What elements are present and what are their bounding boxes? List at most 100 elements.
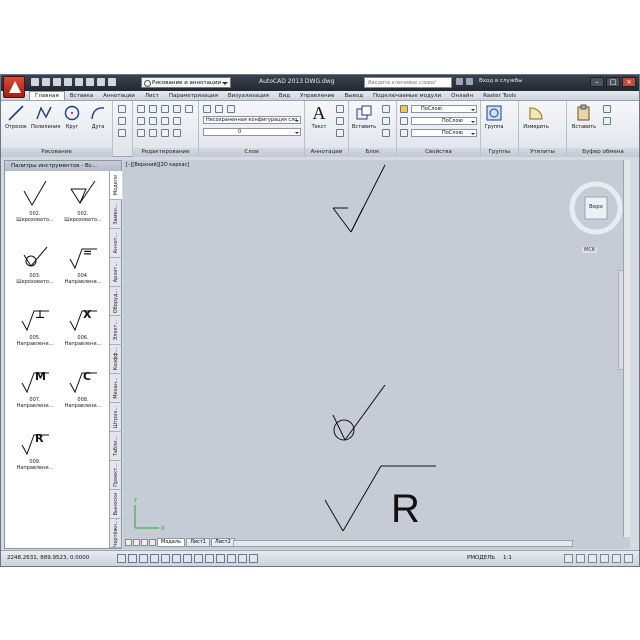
3d-osnap-icon[interactable] bbox=[172, 554, 181, 563]
scale-icon[interactable] bbox=[149, 129, 157, 137]
block-panel-title[interactable]: Блок bbox=[349, 148, 396, 157]
roughness-triangle-symbol[interactable] bbox=[332, 164, 386, 233]
tab-1[interactable]: Вставка bbox=[65, 91, 98, 100]
tab-6[interactable]: Вид bbox=[274, 91, 295, 100]
osnap-icon[interactable] bbox=[161, 554, 170, 563]
dyn-icon[interactable] bbox=[205, 554, 214, 563]
otrack-icon[interactable] bbox=[183, 554, 192, 563]
palette-tab-12[interactable]: Чертёжн... bbox=[110, 519, 122, 548]
utilities-panel-title[interactable]: Утилиты bbox=[519, 148, 566, 157]
line-button[interactable]: Отрезок bbox=[3, 104, 29, 130]
fillet-icon[interactable] bbox=[161, 117, 169, 125]
cut-icon[interactable] bbox=[603, 105, 611, 113]
lineweight-toggle-icon[interactable] bbox=[216, 554, 225, 563]
clipboard-panel-title[interactable]: Буфер обмена bbox=[567, 148, 639, 157]
drawing-area[interactable]: [–][Верхний][2D каркас] R Y X Верх МСК М… bbox=[123, 160, 630, 549]
palette-tool-item[interactable]: X 006. Направлени... bbox=[59, 303, 107, 347]
group-button[interactable]: Группа bbox=[481, 104, 507, 130]
color-select[interactable]: ПоСлою bbox=[411, 105, 477, 113]
erase-icon[interactable] bbox=[173, 105, 181, 113]
sign-in-link[interactable]: Вход в службы bbox=[479, 78, 522, 84]
rotate-icon[interactable] bbox=[149, 105, 157, 113]
palette-tool-item[interactable]: 003. Шероховато... bbox=[11, 241, 59, 285]
insert-block-button[interactable]: Вставить bbox=[351, 104, 377, 130]
palette-tab-3[interactable]: Архит... bbox=[110, 258, 122, 287]
model-space-toggle[interactable]: РМОДЕЛЬ bbox=[467, 555, 495, 561]
maximize-button[interactable]: □ bbox=[606, 77, 620, 87]
clean-screen-icon[interactable] bbox=[624, 554, 633, 563]
palette-tab-2[interactable]: Аннот... bbox=[110, 229, 122, 258]
new-icon[interactable] bbox=[31, 78, 39, 86]
copy-icon[interactable] bbox=[137, 117, 145, 125]
polyline-button[interactable]: Полилиния bbox=[31, 104, 60, 130]
annotation-panel-title[interactable]: Аннотации bbox=[305, 148, 348, 157]
palette-tab-6[interactable]: Коэфф... bbox=[110, 345, 122, 374]
stretch-icon[interactable] bbox=[137, 129, 145, 137]
lineweight-select[interactable]: ПоСлою bbox=[411, 129, 477, 137]
viewcube-face[interactable]: Верх bbox=[585, 204, 607, 210]
palette-tool-item[interactable]: R 009. Направлени... bbox=[11, 427, 59, 471]
search-input[interactable]: Введите ключевое слово/фразу bbox=[364, 77, 452, 96]
lineweight-icon[interactable] bbox=[400, 129, 408, 137]
horizontal-scrollbar[interactable] bbox=[233, 540, 573, 547]
close-button[interactable]: × bbox=[622, 77, 636, 87]
print-icon[interactable] bbox=[75, 78, 83, 86]
leader-icon[interactable] bbox=[336, 117, 344, 125]
palette-tab-5[interactable]: Элект... bbox=[110, 316, 122, 345]
palette-tab-7[interactable]: Механ... bbox=[110, 374, 122, 403]
drawing-mark-r[interactable]: R bbox=[391, 487, 420, 531]
properties-panel-title[interactable]: Свойства bbox=[397, 148, 480, 157]
layer-match-icon[interactable] bbox=[215, 105, 223, 113]
palette-tab-4[interactable]: Оборуд... bbox=[110, 287, 122, 316]
table-icon[interactable] bbox=[336, 129, 344, 137]
palette-tab-0[interactable]: Модели bbox=[110, 171, 122, 200]
rectangle-icon[interactable] bbox=[118, 105, 126, 113]
palette-tab-8[interactable]: Штрих... bbox=[110, 403, 122, 432]
undo-icon[interactable] bbox=[86, 78, 94, 86]
move-icon[interactable] bbox=[137, 105, 145, 113]
first-tab-icon[interactable] bbox=[125, 539, 132, 546]
layer-properties-icon[interactable] bbox=[203, 105, 211, 113]
tab-8[interactable]: Вывод bbox=[340, 91, 369, 100]
workspace-select[interactable]: Рисование и аннотации bbox=[141, 77, 231, 88]
snap-icon[interactable] bbox=[117, 554, 126, 563]
save-icon[interactable] bbox=[53, 78, 61, 86]
modify-panel-title[interactable]: Редактирование bbox=[133, 148, 198, 157]
ortho-icon[interactable] bbox=[139, 554, 148, 563]
tab-3[interactable]: Лист bbox=[140, 91, 164, 100]
isolate-objects-icon[interactable] bbox=[612, 554, 621, 563]
paste-button[interactable]: Вставить bbox=[571, 104, 597, 130]
create-block-icon[interactable] bbox=[382, 105, 390, 113]
copy-clip-icon[interactable] bbox=[603, 117, 611, 125]
tab-7[interactable]: Управление bbox=[295, 91, 340, 100]
palette-tab-9[interactable]: Табли... bbox=[110, 432, 122, 461]
linetype-icon[interactable] bbox=[400, 117, 408, 125]
transparency-icon[interactable] bbox=[227, 554, 236, 563]
offset-icon[interactable] bbox=[173, 129, 181, 137]
lock-icon[interactable] bbox=[588, 554, 597, 563]
dropdown-icon[interactable] bbox=[108, 78, 116, 86]
text-button[interactable]: A Текст bbox=[306, 104, 332, 130]
prev-tab-icon[interactable] bbox=[133, 539, 140, 546]
last-tab-icon[interactable] bbox=[149, 539, 156, 546]
measure-button[interactable]: Измерить bbox=[523, 104, 549, 130]
workspace-switch-icon[interactable] bbox=[576, 554, 585, 563]
layer-select[interactable]: 0 bbox=[203, 128, 301, 136]
ducs-icon[interactable] bbox=[194, 554, 203, 563]
trim-icon[interactable] bbox=[161, 105, 169, 113]
viewcube[interactable]: Верх bbox=[568, 180, 624, 236]
annotation-visibility-icon[interactable] bbox=[564, 554, 573, 563]
key-icon[interactable] bbox=[466, 78, 473, 85]
grid-icon[interactable] bbox=[128, 554, 137, 563]
palette-tab-10[interactable]: Проект... bbox=[110, 461, 122, 490]
edit-block-icon[interactable] bbox=[382, 117, 390, 125]
open-icon[interactable] bbox=[42, 78, 50, 86]
palette-tab-1[interactable]: Замен... bbox=[110, 200, 122, 229]
circle-button[interactable]: Круг bbox=[59, 104, 85, 130]
tab-4[interactable]: Параметризация bbox=[164, 91, 223, 100]
hatch-icon[interactable] bbox=[118, 117, 126, 125]
layout-tab-2[interactable]: Лист2 bbox=[210, 538, 235, 547]
annotation-scale[interactable]: 1:1 bbox=[503, 555, 512, 561]
edit-attributes-icon[interactable] bbox=[382, 129, 390, 137]
explode-icon[interactable] bbox=[173, 117, 181, 125]
